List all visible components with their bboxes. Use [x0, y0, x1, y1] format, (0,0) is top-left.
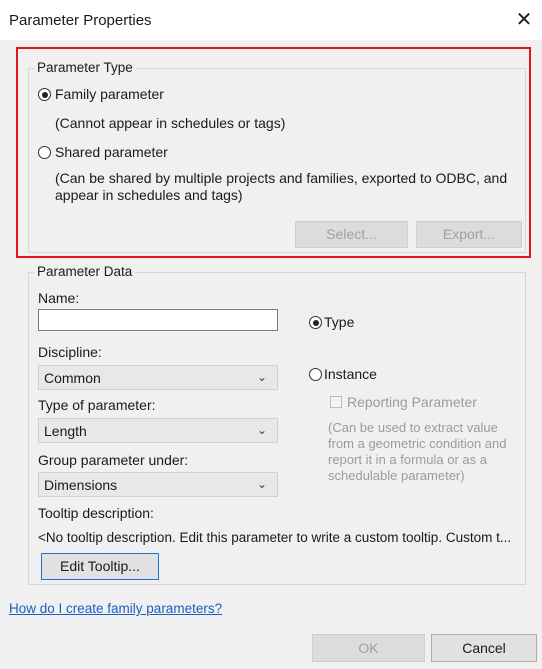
group-parameter-dropdown[interactable]: Dimensions ⌄ — [38, 472, 278, 497]
close-icon[interactable]: ✕ — [506, 4, 542, 36]
help-link[interactable]: How do I create family parameters? — [9, 601, 222, 616]
tooltip-description-label: Tooltip description: — [38, 505, 154, 521]
highlight-box — [16, 47, 531, 258]
chevron-down-icon: ⌄ — [256, 477, 267, 491]
ok-button[interactable]: OK — [312, 634, 425, 662]
reporting-note-line2: from a geometric condition and — [328, 436, 507, 451]
window-title: Parameter Properties — [9, 12, 152, 29]
reporting-parameter-label: Reporting Parameter — [347, 394, 477, 410]
type-of-parameter-label: Type of parameter: — [38, 397, 156, 413]
instance-radio[interactable] — [309, 368, 322, 381]
type-of-parameter-dropdown[interactable]: Length ⌄ — [38, 418, 278, 443]
name-field[interactable] — [38, 309, 278, 331]
title-bar: Parameter Properties ✕ — [0, 0, 542, 40]
type-radio-label[interactable]: Type — [324, 314, 354, 330]
edit-tooltip-button[interactable]: Edit Tooltip... — [41, 553, 159, 580]
discipline-dropdown[interactable]: Common ⌄ — [38, 365, 278, 390]
discipline-value: Common — [44, 370, 101, 386]
reporting-note-line3: report it in a formula or as a — [328, 452, 487, 467]
parameter-data-legend: Parameter Data — [34, 264, 136, 279]
group-parameter-value: Dimensions — [44, 477, 118, 493]
name-label: Name: — [38, 290, 80, 306]
reporting-note-line4: schedulable parameter) — [328, 468, 465, 483]
instance-radio-label[interactable]: Instance — [324, 366, 377, 382]
chevron-down-icon: ⌄ — [256, 370, 267, 384]
type-radio[interactable] — [309, 316, 322, 329]
tooltip-description-text: <No tooltip description. Edit this param… — [38, 530, 512, 545]
group-parameter-label: Group parameter under: — [38, 452, 189, 468]
reporting-parameter-checkbox[interactable] — [330, 396, 342, 408]
reporting-note-line1: (Can be used to extract value — [328, 420, 498, 435]
type-of-parameter-value: Length — [44, 423, 87, 439]
cancel-button[interactable]: Cancel — [431, 634, 537, 662]
chevron-down-icon: ⌄ — [256, 423, 267, 437]
discipline-label: Discipline: — [38, 344, 102, 360]
